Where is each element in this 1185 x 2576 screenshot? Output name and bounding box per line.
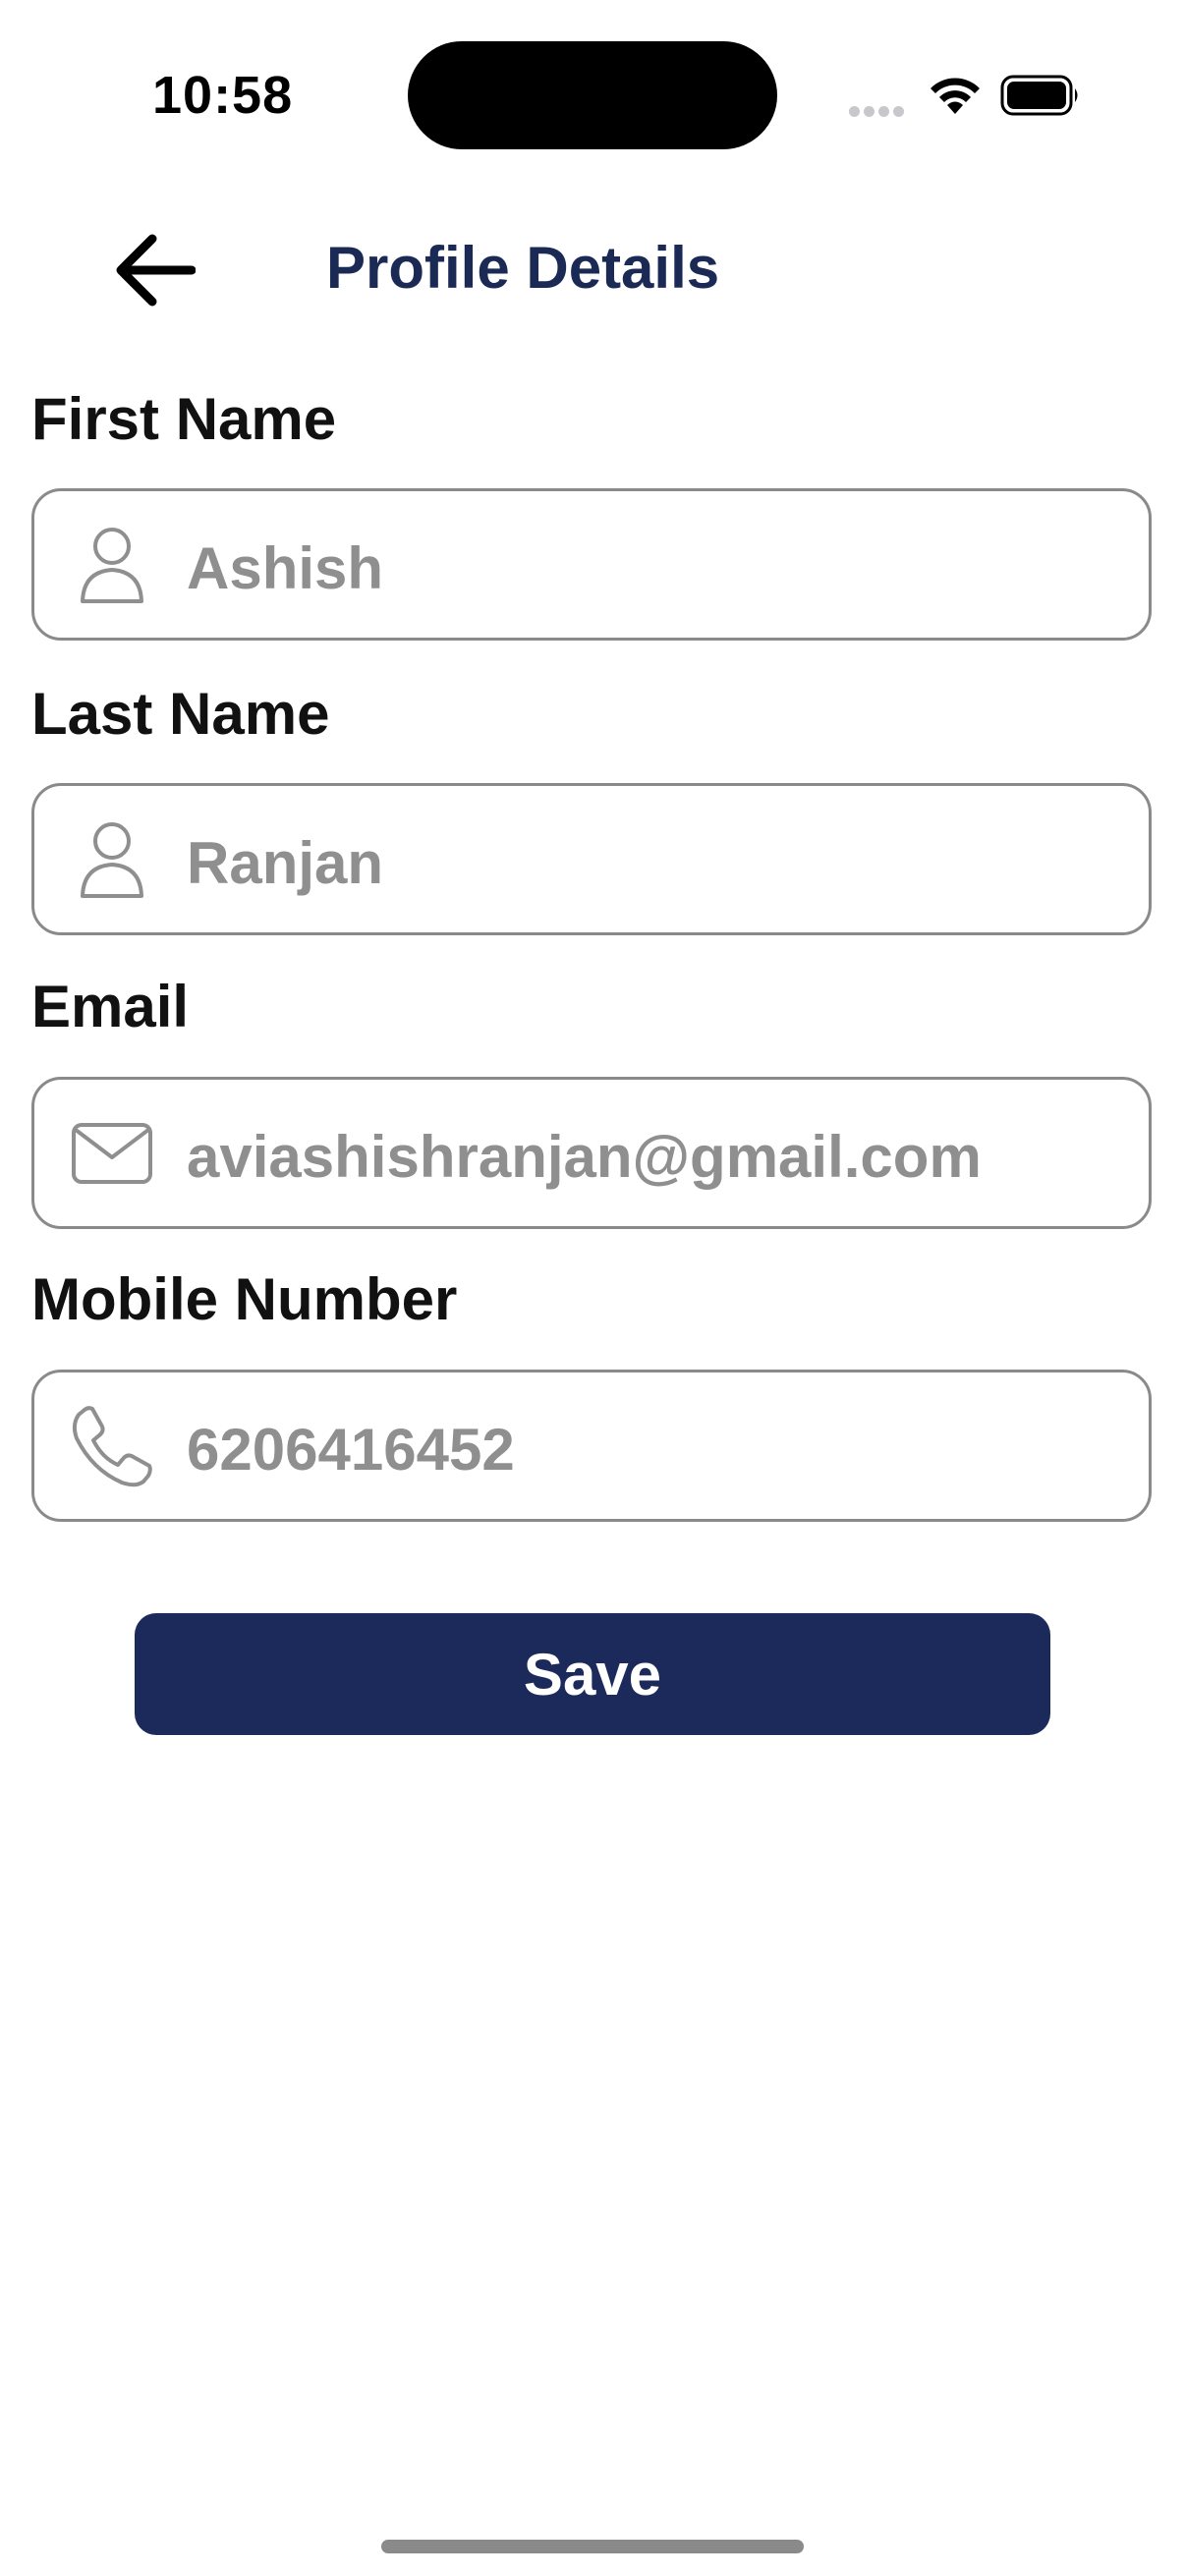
wifi-icon [931,78,980,114]
email-field[interactable] [31,1077,1152,1229]
email-input[interactable] [187,1117,1130,1196]
mobile-number-input[interactable] [187,1410,1130,1488]
back-button[interactable] [106,221,204,319]
first-name-field[interactable] [31,488,1152,641]
last-name-input[interactable] [187,823,1130,902]
last-name-field[interactable] [31,783,1152,935]
phone-icon [70,1404,154,1488]
email-label: Email [31,974,190,1039]
first-name-label: First Name [31,386,337,452]
battery-icon [1000,75,1078,116]
user-icon [70,817,154,902]
save-button[interactable]: Save [135,1613,1050,1735]
home-indicator[interactable] [381,2540,804,2553]
user-icon [70,523,154,607]
dynamic-island [408,41,777,149]
mail-icon [70,1111,154,1196]
profile-details-screen: 10:58 Profile Details First Name Last Na… [0,0,1185,2576]
first-name-input[interactable] [187,529,1130,607]
last-name-label: Last Name [31,681,330,747]
arrow-left-icon [116,234,196,307]
mobile-number-label: Mobile Number [31,1266,458,1332]
status-time: 10:58 [152,66,294,125]
cellular-signal-icon [849,104,908,122]
mobile-number-field[interactable] [31,1370,1152,1522]
page-title: Profile Details [326,235,720,301]
